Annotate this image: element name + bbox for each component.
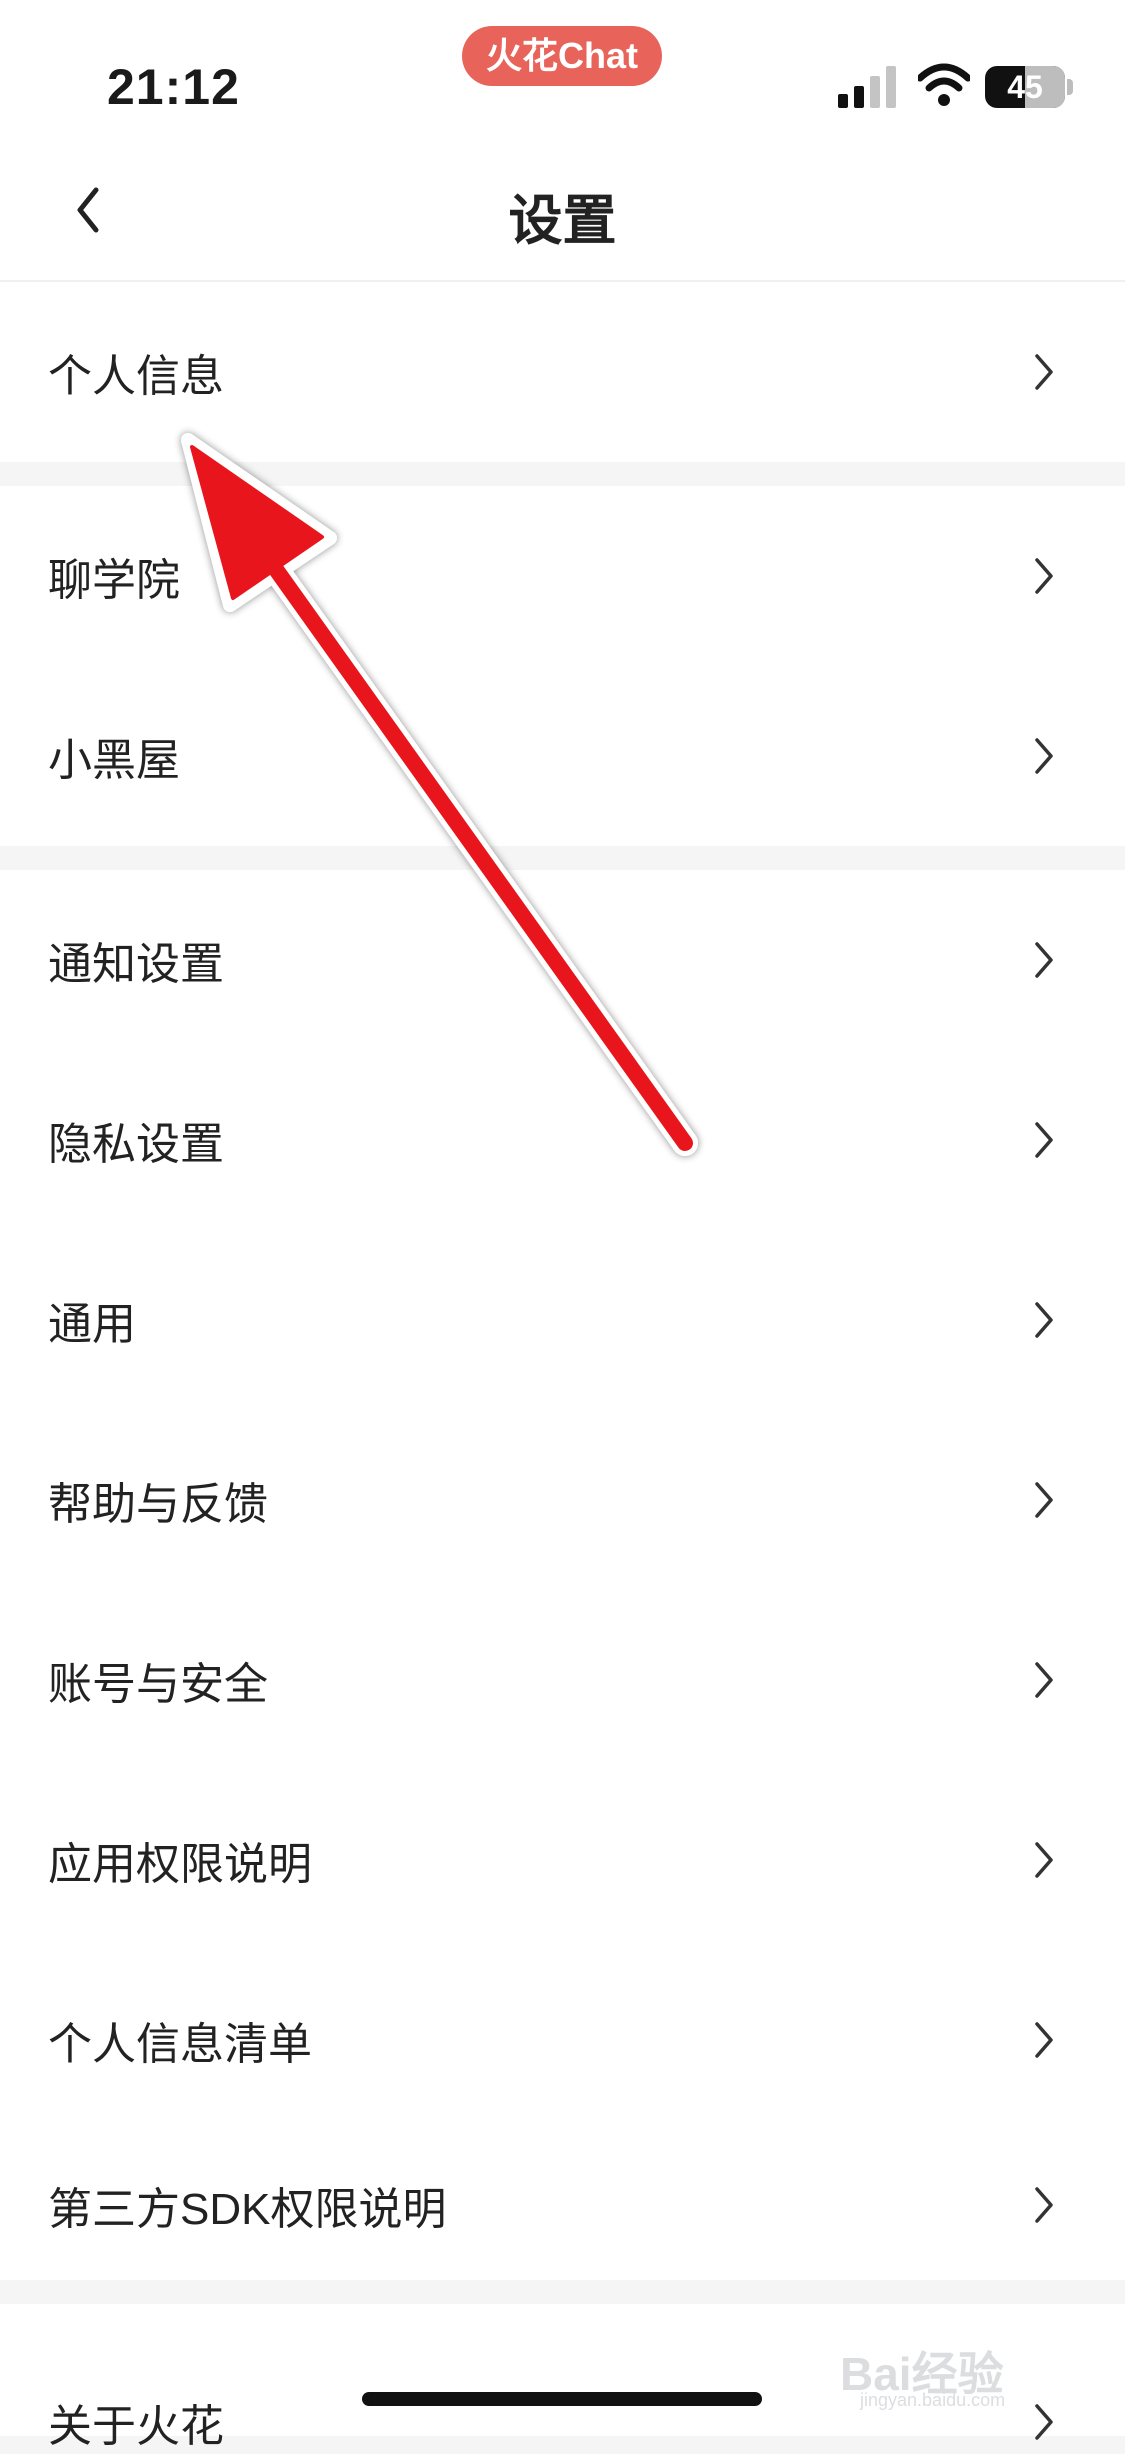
chevron-right-icon (1035, 1122, 1053, 1158)
chevron-right-icon (1035, 1662, 1053, 1698)
watermark-sub: jingyan.baidu.com (860, 2390, 1006, 2410)
row-label: 关于火花 (48, 2402, 224, 2451)
chevron-right-icon (1035, 1842, 1053, 1878)
row-label: 应用权限说明 (48, 1840, 312, 1889)
row-label: 小黑屋 (48, 736, 180, 785)
row-label: 隐私设置 (48, 1120, 224, 1169)
row-label: 个人信息清单 (48, 2020, 312, 2069)
settings-row-personal-info-list[interactable]: 个人信息清单 (0, 1950, 1125, 2130)
settings-row-third-party-sdk[interactable]: 第三方SDK权限说明 (0, 2130, 1125, 2280)
chevron-right-icon (1035, 1482, 1053, 1518)
chevron-right-icon (1035, 2022, 1053, 2058)
chevron-right-icon (1035, 558, 1053, 594)
row-label: 聊学院 (48, 556, 180, 605)
baidu-watermark: Bai经验 jingyan.baidu.com (840, 2320, 1070, 2410)
chevron-right-icon (1035, 354, 1053, 390)
row-label: 通知设置 (48, 940, 224, 989)
battery-level: 45 (1007, 69, 1043, 105)
settings-row-help-feedback[interactable]: 帮助与反馈 (0, 1410, 1125, 1590)
status-bar: 21:12 火花Chat 45 (0, 0, 1125, 140)
settings-row-general[interactable]: 通用 (0, 1230, 1125, 1410)
row-label: 第三方SDK权限说明 (48, 2185, 447, 2234)
settings-row-personal-info[interactable]: 个人信息 (0, 282, 1125, 462)
battery-icon: 45 (985, 66, 1065, 108)
settings-row-privacy[interactable]: 隐私设置 (0, 1050, 1125, 1230)
signal-icon (838, 66, 896, 108)
settings-row-notifications[interactable]: 通知设置 (0, 870, 1125, 1050)
settings-row-account-security[interactable]: 账号与安全 (0, 1590, 1125, 1770)
battery-tip (1067, 79, 1073, 95)
row-label: 账号与安全 (48, 1660, 268, 1709)
row-label: 通用 (48, 1300, 136, 1349)
home-indicator[interactable] (362, 2392, 762, 2406)
page-title: 设置 (508, 191, 617, 251)
app-indicator-pill[interactable]: 火花Chat (462, 26, 662, 86)
chevron-right-icon (1035, 942, 1053, 978)
chevron-right-icon (1035, 738, 1053, 774)
settings-row-blacklist[interactable]: 小黑屋 (0, 666, 1125, 846)
row-label: 个人信息 (48, 352, 224, 401)
wifi-icon (918, 63, 970, 106)
nav-bar: 设置 (0, 140, 1125, 282)
chevron-right-icon (1035, 1302, 1053, 1338)
chevron-right-icon (1035, 2187, 1053, 2223)
settings-row-chat-academy[interactable]: 聊学院 (0, 486, 1125, 666)
chevron-right-icon (1035, 2404, 1053, 2440)
settings-row-app-permissions[interactable]: 应用权限说明 (0, 1770, 1125, 1950)
status-time: 21:12 (107, 59, 240, 115)
row-label: 帮助与反馈 (48, 1480, 268, 1529)
